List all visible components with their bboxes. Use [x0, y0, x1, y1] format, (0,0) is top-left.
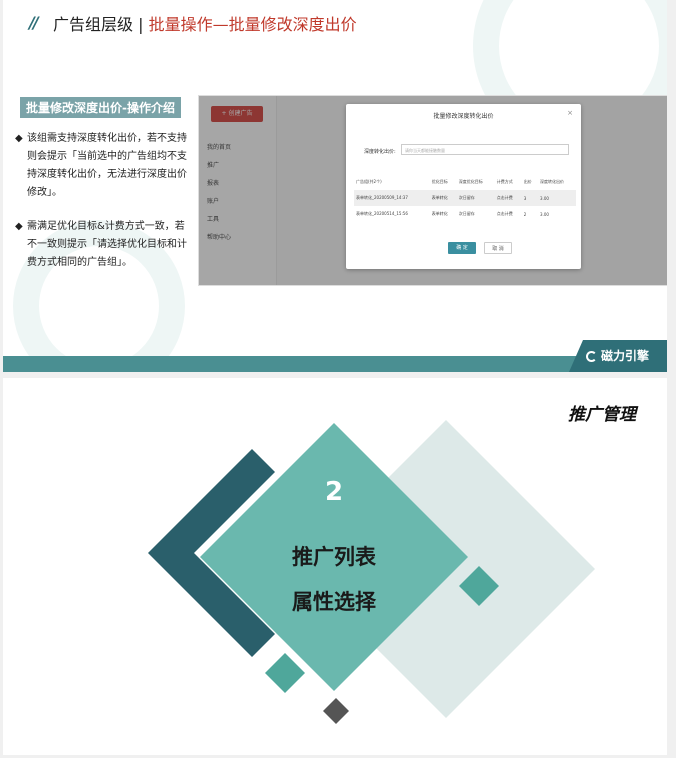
table-cell: 表单转化_20200509_14:37 — [356, 195, 408, 200]
table-cell: 次日留存 — [458, 195, 475, 200]
confirm-button[interactable]: 确 定 — [448, 242, 476, 254]
table-cell: 表单转化_20200514_15:56 — [356, 211, 408, 216]
deep-bid-input[interactable]: 请你当天都能接触数量 — [401, 144, 569, 155]
table-cell: 3.00 — [540, 211, 549, 217]
small-diamond — [265, 653, 305, 693]
title-slash-icon: // — [29, 13, 39, 32]
field-label: 深度转化出价: — [364, 149, 396, 155]
bullet-item: ◆ 该组需支持深度转化出价，若不支持则会提示「当前选中的广告组均不支持深度转化出… — [15, 130, 187, 202]
diamond-bullet-icon: ◆ — [15, 133, 23, 144]
heading-line-1: 推广列表 — [292, 545, 376, 569]
section-label: 批量修改深度出价-操作介绍 — [20, 97, 181, 118]
logo-text: 磁力引擎 — [601, 349, 650, 363]
table-cell: 点击计费 — [496, 211, 513, 216]
table-cell: 表单转化 — [431, 211, 448, 216]
table-header: 深度转化出价 — [540, 179, 565, 184]
heading-line-2: 属性选择 — [292, 590, 376, 614]
dialog-title: 批量修改深度转化出价 — [433, 113, 494, 120]
slide-header: 广告组层级 | 批量操作—批量修改深度出价 — [53, 11, 357, 35]
table-header: 深度优化目标 — [458, 179, 483, 184]
diamond-bullet-icon: ◆ — [15, 221, 23, 232]
table-header: 广告组(共2个) — [356, 179, 382, 184]
table-header: 出价 — [523, 179, 532, 184]
table-header: 优化目标 — [431, 179, 448, 184]
table-cell: 3.00 — [540, 195, 549, 201]
brand-logo: 磁力引擎 — [586, 347, 649, 364]
table-cell: 表单转化 — [431, 195, 448, 200]
section-number: 2 — [324, 477, 344, 507]
close-icon[interactable]: × — [567, 109, 573, 117]
table-cell: 点击计费 — [496, 195, 513, 200]
slide-2: 推广管理 2 推广列表 属性选择 — [3, 378, 667, 755]
table-cell: 3 — [523, 195, 527, 201]
small-dark-diamond — [323, 698, 349, 724]
table-header: 计费方式 — [496, 179, 513, 184]
bullet-text: 该组需支持深度转化出价，若不支持则会提示「当前选中的广告组均不支持深度转化出价，… — [27, 133, 187, 198]
slide-1: // 广告组层级 | 批量操作—批量修改深度出价 批量修改深度出价-操作介绍 ◆… — [3, 0, 667, 372]
cancel-button[interactable]: 取 消 — [484, 242, 512, 254]
bulk-edit-dialog: 批量修改深度转化出价 × 深度转化出价: 请你当天都能接触数量 广告组(共2个)… — [346, 104, 581, 269]
header-highlight: 批量操作—批量修改深度出价 — [148, 15, 357, 34]
table-cell: 2 — [523, 211, 527, 217]
bullet-item: ◆ 需满足优化目标&计费方式一致，若不一致则提示「请选择优化目标和计费方式相同的… — [15, 218, 187, 272]
table-row[interactable]: 表单转化_20200509_14:37 表单转化 次日留存 点击计费 3 3.0… — [354, 190, 576, 206]
footer-bar — [3, 356, 667, 372]
bullet-text: 需满足优化目标&计费方式一致，若不一致则提示「请选择优化目标和计费方式相同的广告… — [27, 221, 187, 268]
adgroup-table: 广告组(共2个) 优化目标 深度优化目标 计费方式 出价 深度转化出价 表单转化… — [354, 174, 576, 222]
table-header-row: 广告组(共2个) 优化目标 深度优化目标 计费方式 出价 深度转化出价 — [354, 174, 576, 190]
logo-icon — [586, 351, 597, 362]
header-prefix: 广告组层级 | — [53, 15, 149, 34]
table-row[interactable]: 表单转化_20200514_15:56 表单转化 次日留存 点击计费 2 3.0… — [354, 206, 576, 222]
embedded-screenshot: + 创建广告 我的首页 推广 报表 账户 工具 帮助中心 批量修改深度转化出价 … — [198, 95, 667, 286]
table-cell: 次日留存 — [458, 211, 475, 216]
